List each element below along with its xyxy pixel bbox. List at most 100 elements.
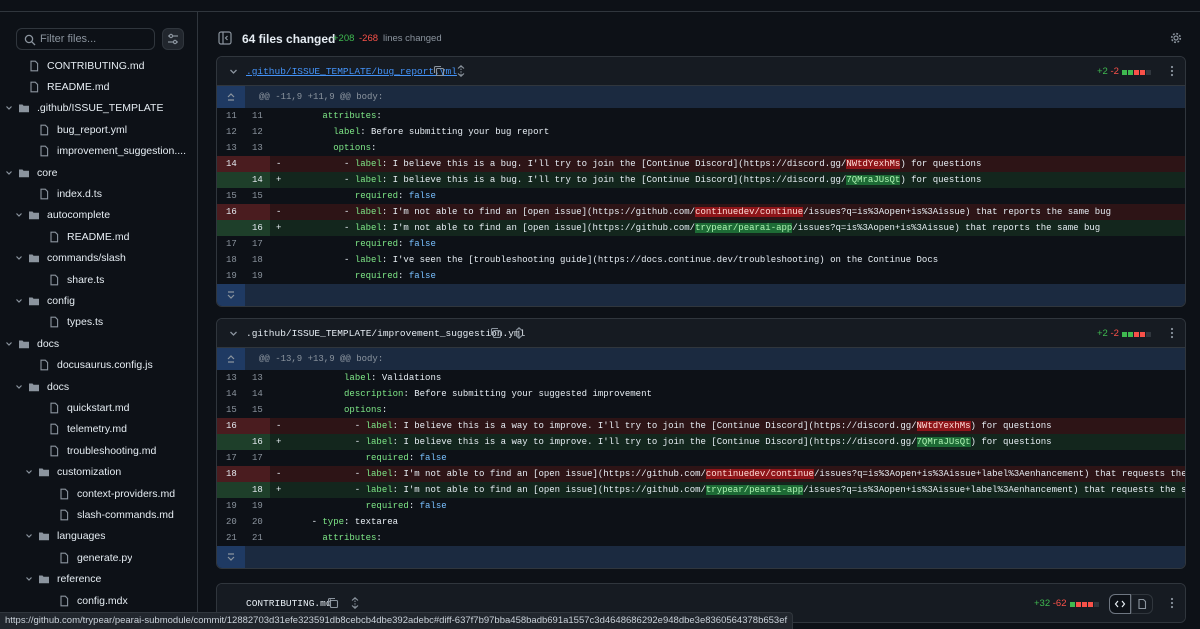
tree-file[interactable]: quickstart.md <box>0 397 197 418</box>
new-line-number[interactable] <box>245 418 270 434</box>
new-line-number[interactable] <box>245 156 270 172</box>
expand-up-button[interactable] <box>217 348 245 370</box>
new-line-number[interactable]: 15 <box>245 188 270 204</box>
tree-folder[interactable]: autocomplete <box>0 205 197 226</box>
copy-icon[interactable] <box>433 65 445 77</box>
expand-all-icon[interactable] <box>349 597 361 609</box>
new-line-number[interactable]: 13 <box>245 140 270 156</box>
file-name-link[interactable]: .github/ISSUE_TEMPLATE/improvement_sugge… <box>246 328 525 339</box>
tree-folder[interactable]: .github/ISSUE_TEMPLATE <box>0 98 197 119</box>
rich-view-button[interactable] <box>1131 594 1153 614</box>
tree-file[interactable]: CONTRIBUTING.md <box>0 55 197 76</box>
new-line-number[interactable]: 18 <box>245 252 270 268</box>
tree-file[interactable]: slash-commands.md <box>0 504 197 525</box>
old-line-number[interactable]: 20 <box>217 514 245 530</box>
old-line-number[interactable]: 18 <box>217 252 245 268</box>
old-line-number[interactable]: 17 <box>217 236 245 252</box>
copy-icon[interactable] <box>327 597 339 609</box>
old-line-number[interactable]: 12 <box>217 124 245 140</box>
expand-all-icon[interactable] <box>455 65 467 77</box>
tree-folder[interactable]: customization <box>0 462 197 483</box>
old-line-number[interactable]: 17 <box>217 450 245 466</box>
tree-file[interactable]: share.ts <box>0 269 197 290</box>
new-line-number[interactable]: 18 <box>245 482 270 498</box>
tree-file[interactable]: context-providers.md <box>0 483 197 504</box>
old-line-number[interactable] <box>217 434 245 450</box>
chevron-down-icon[interactable] <box>229 67 238 76</box>
new-line-number[interactable]: 17 <box>245 236 270 252</box>
tree-folder[interactable]: core <box>0 162 197 183</box>
new-line-number[interactable]: 17 <box>245 450 270 466</box>
old-line-number[interactable]: 18 <box>217 466 245 482</box>
tree-file[interactable]: index.d.ts <box>0 183 197 204</box>
new-line-number[interactable]: 19 <box>245 498 270 514</box>
tree-folder[interactable]: config <box>0 290 197 311</box>
gear-icon[interactable] <box>1170 32 1182 44</box>
old-line-number[interactable] <box>217 482 245 498</box>
file-name-link[interactable]: .github/ISSUE_TEMPLATE/bug_report.yml <box>246 66 457 77</box>
new-line-number[interactable]: 11 <box>245 108 270 124</box>
tree-file[interactable]: types.ts <box>0 312 197 333</box>
sidebar-toggle-icon[interactable] <box>218 31 232 45</box>
chevron-down-icon[interactable] <box>229 329 238 338</box>
old-line-number[interactable]: 14 <box>217 386 245 402</box>
chevron-down-icon[interactable] <box>4 339 14 349</box>
new-line-number[interactable]: 15 <box>245 402 270 418</box>
old-line-number[interactable]: 13 <box>217 140 245 156</box>
old-line-number[interactable]: 19 <box>217 498 245 514</box>
tree-folder[interactable]: languages <box>0 526 197 547</box>
tree-folder[interactable]: commands/slash <box>0 248 197 269</box>
filter-files-input[interactable] <box>40 31 150 47</box>
chevron-down-icon[interactable] <box>24 574 34 584</box>
old-line-number[interactable]: 15 <box>217 402 245 418</box>
old-line-number[interactable]: 15 <box>217 188 245 204</box>
old-line-number[interactable]: 13 <box>217 370 245 386</box>
code-view-button[interactable] <box>1109 594 1131 614</box>
new-line-number[interactable]: 20 <box>245 514 270 530</box>
expand-down-button[interactable] <box>217 284 245 306</box>
new-line-number[interactable]: 14 <box>245 172 270 188</box>
old-line-number[interactable]: 11 <box>217 108 245 124</box>
old-line-number[interactable]: 16 <box>217 418 245 434</box>
chevron-down-icon[interactable] <box>4 103 14 113</box>
new-line-number[interactable]: 21 <box>245 530 270 546</box>
new-line-number[interactable]: 16 <box>245 220 270 236</box>
chevron-down-icon[interactable] <box>4 168 14 178</box>
tree-folder[interactable]: docs <box>0 333 197 354</box>
tree-file[interactable]: telemetry.md <box>0 419 197 440</box>
old-line-number[interactable]: 14 <box>217 156 245 172</box>
chevron-down-icon[interactable] <box>24 531 34 541</box>
old-line-number[interactable] <box>217 220 245 236</box>
copy-icon[interactable] <box>490 327 502 339</box>
new-line-number[interactable]: 13 <box>245 370 270 386</box>
chevron-down-icon[interactable] <box>14 382 24 392</box>
new-line-number[interactable]: 16 <box>245 434 270 450</box>
chevron-down-icon[interactable] <box>24 467 34 477</box>
tree-file[interactable]: README.md <box>0 226 197 247</box>
new-line-number[interactable]: 19 <box>245 268 270 284</box>
old-line-number[interactable]: 16 <box>217 204 245 220</box>
expand-down-button[interactable] <box>217 546 245 568</box>
old-line-number[interactable] <box>217 172 245 188</box>
chevron-down-icon[interactable] <box>14 210 24 220</box>
old-line-number[interactable]: 19 <box>217 268 245 284</box>
kebab-menu-icon[interactable] <box>1166 327 1178 339</box>
chevron-down-icon[interactable] <box>14 296 24 306</box>
filter-options-button[interactable] <box>162 28 184 50</box>
kebab-menu-icon[interactable] <box>1166 65 1178 77</box>
tree-file[interactable]: troubleshooting.md <box>0 440 197 461</box>
expand-up-button[interactable] <box>217 86 245 108</box>
tree-file[interactable]: improvement_suggestion.... <box>0 141 197 162</box>
new-line-number[interactable]: 14 <box>245 386 270 402</box>
tree-file[interactable]: docusaurus.config.js <box>0 355 197 376</box>
old-line-number[interactable]: 21 <box>217 530 245 546</box>
tree-folder[interactable]: docs <box>0 376 197 397</box>
kebab-menu-icon[interactable] <box>1166 597 1178 609</box>
new-line-number[interactable] <box>245 204 270 220</box>
new-line-number[interactable]: 12 <box>245 124 270 140</box>
tree-file[interactable]: config.mdx <box>0 590 197 611</box>
chevron-down-icon[interactable] <box>14 253 24 263</box>
tree-folder[interactable]: reference <box>0 569 197 590</box>
tree-file[interactable]: generate.py <box>0 547 197 568</box>
expand-all-icon[interactable] <box>513 327 525 339</box>
